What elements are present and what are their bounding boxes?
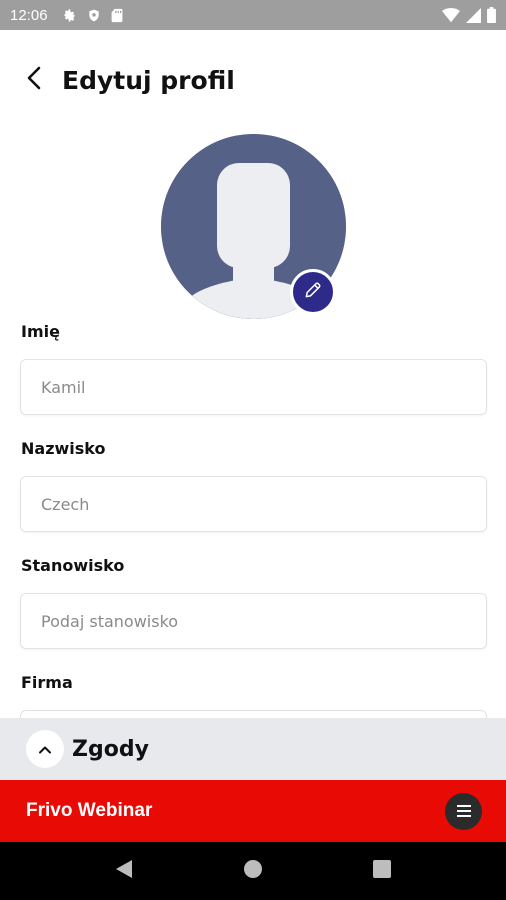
hamburger-menu-icon [456, 802, 471, 821]
back-triangle-icon [115, 859, 133, 883]
status-icons-left [62, 8, 123, 23]
back-button[interactable] [14, 60, 54, 100]
chevron-up-icon [38, 740, 52, 759]
pencil-icon [303, 280, 323, 304]
status-time: 12:06 [10, 6, 48, 24]
brand-bar: Frivo Webinar [0, 780, 506, 842]
recents-square-icon [372, 860, 391, 882]
consents-label: Zgody [72, 736, 149, 762]
system-nav-bar [0, 842, 506, 900]
consents-toggle-bar[interactable]: Zgody [0, 718, 506, 780]
last-name-label: Nazwisko [21, 439, 106, 458]
wifi-icon [442, 7, 460, 23]
brand-name: Frivo Webinar [26, 800, 153, 821]
first-name-input[interactable] [20, 359, 487, 415]
signal-icon [466, 7, 481, 23]
status-icons-right [442, 7, 496, 23]
page-title: Edytuj profil [62, 65, 235, 95]
sd-card-icon [111, 8, 123, 23]
position-input[interactable] [20, 593, 487, 649]
nav-back-button[interactable] [99, 851, 149, 891]
nav-home-button[interactable] [228, 851, 278, 891]
position-label: Stanowisko [21, 556, 125, 575]
status-bar: 12:06 [0, 0, 506, 30]
header: Edytuj profil [0, 58, 506, 102]
last-name-input[interactable] [20, 476, 487, 532]
nav-recents-button[interactable] [357, 851, 407, 891]
home-circle-icon [243, 859, 263, 883]
arrow-left-icon [24, 65, 44, 95]
company-label: Firma [21, 673, 73, 692]
menu-button[interactable] [445, 792, 482, 830]
consents-expand-button[interactable] [26, 730, 64, 768]
avatar-container [161, 134, 346, 319]
battery-icon [487, 7, 496, 23]
gear-icon [62, 8, 77, 23]
shield-icon [87, 8, 101, 23]
edit-avatar-button[interactable] [290, 269, 336, 315]
first-name-label: Imię [21, 322, 60, 341]
